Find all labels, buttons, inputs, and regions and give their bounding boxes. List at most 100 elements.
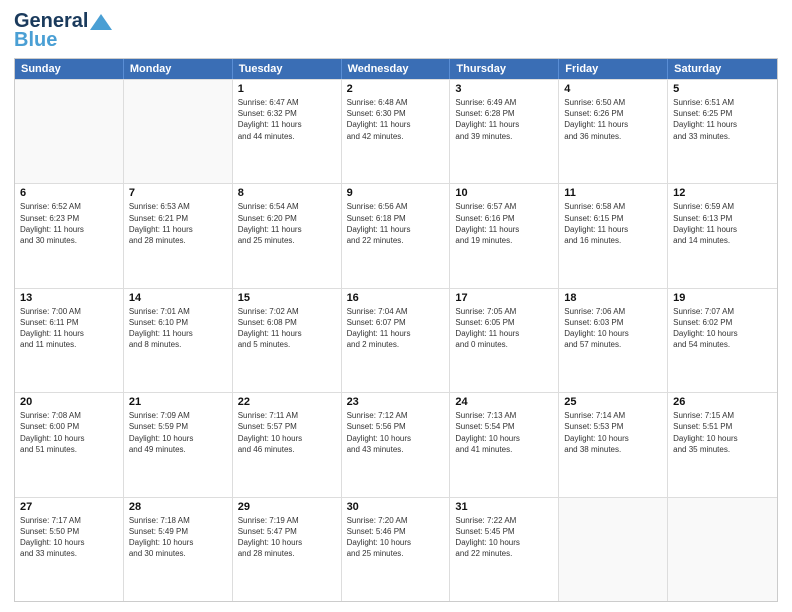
cal-cell-day-5: 5 Sunrise: 6:51 AM Sunset: 6:25 PM Daylig… — [668, 80, 777, 183]
day-number: 2 — [347, 83, 445, 95]
cal-cell-day-27: 27 Sunrise: 7:17 AM Sunset: 5:50 PM Dayli… — [15, 498, 124, 601]
day-number: 29 — [238, 501, 336, 513]
cal-week-1: 1 Sunrise: 6:47 AM Sunset: 6:32 PM Daylig… — [15, 79, 777, 183]
logo: General Blue — [14, 10, 112, 52]
cal-cell-day-17: 17Sunrise: 7:05 AM Sunset: 6:05 PM Dayli… — [450, 289, 559, 392]
day-number: 18 — [564, 292, 662, 304]
cal-cell-day-25: 25 Sunrise: 7:14 AM Sunset: 5:53 PM Dayli… — [559, 393, 668, 496]
day-info: Sunrise: 7:18 AM Sunset: 5:49 PM Dayligh… — [129, 515, 227, 560]
header: General Blue — [14, 10, 778, 52]
day-info: Sunrise: 6:56 AM Sunset: 6:18 PM Dayligh… — [347, 201, 445, 246]
day-number: 6 — [20, 187, 118, 199]
day-info: Sunrise: 7:08 AM Sunset: 6:00 PM Dayligh… — [20, 410, 118, 455]
cal-cell-day-29: 29 Sunrise: 7:19 AM Sunset: 5:47 PM Dayli… — [233, 498, 342, 601]
day-number: 14 — [129, 292, 227, 304]
day-number: 24 — [455, 396, 553, 408]
day-number: 26 — [673, 396, 772, 408]
cal-header-monday: Monday — [124, 59, 233, 79]
cal-cell-day-13: 13 Sunrise: 7:00 AM Sunset: 6:11 PM Dayli… — [15, 289, 124, 392]
day-info: Sunrise: 7:11 AM Sunset: 5:57 PM Dayligh… — [238, 410, 336, 455]
day-number: 3 — [455, 83, 553, 95]
cal-cell-day-6: 6 Sunrise: 6:52 AM Sunset: 6:23 PM Daylig… — [15, 184, 124, 287]
day-info: Sunrise: 7:05 AM Sunset: 6:05 PM Dayligh… — [455, 306, 553, 351]
day-number: 20 — [20, 396, 118, 408]
cal-header-tuesday: Tuesday — [233, 59, 342, 79]
cal-cell-day-11: 11 Sunrise: 6:58 AM Sunset: 6:15 PM Dayli… — [559, 184, 668, 287]
day-info: Sunrise: 7:15 AM Sunset: 5:51 PM Dayligh… — [673, 410, 772, 455]
day-number: 5 — [673, 83, 772, 95]
day-info: Sunrise: 6:57 AM Sunset: 6:16 PM Dayligh… — [455, 201, 553, 246]
day-info: Sunrise: 7:04 AM Sunset: 6:07 PM Dayligh… — [347, 306, 445, 351]
cal-cell-day-31: 31Sunrise: 7:22 AM Sunset: 5:45 PM Dayli… — [450, 498, 559, 601]
day-number: 7 — [129, 187, 227, 199]
day-info: Sunrise: 6:47 AM Sunset: 6:32 PM Dayligh… — [238, 97, 336, 142]
day-number: 22 — [238, 396, 336, 408]
day-info: Sunrise: 7:01 AM Sunset: 6:10 PM Dayligh… — [129, 306, 227, 351]
cal-cell-day-21: 21 Sunrise: 7:09 AM Sunset: 5:59 PM Dayli… — [124, 393, 233, 496]
day-info: Sunrise: 7:13 AM Sunset: 5:54 PM Dayligh… — [455, 410, 553, 455]
day-number: 27 — [20, 501, 118, 513]
day-info: Sunrise: 6:58 AM Sunset: 6:15 PM Dayligh… — [564, 201, 662, 246]
day-number: 12 — [673, 187, 772, 199]
cal-cell-empty — [124, 80, 233, 183]
day-number: 8 — [238, 187, 336, 199]
day-info: Sunrise: 7:06 AM Sunset: 6:03 PM Dayligh… — [564, 306, 662, 351]
day-number: 28 — [129, 501, 227, 513]
cal-cell-day-8: 8 Sunrise: 6:54 AM Sunset: 6:20 PM Daylig… — [233, 184, 342, 287]
day-info: Sunrise: 6:52 AM Sunset: 6:23 PM Dayligh… — [20, 201, 118, 246]
day-number: 21 — [129, 396, 227, 408]
cal-week-5: 27 Sunrise: 7:17 AM Sunset: 5:50 PM Dayli… — [15, 497, 777, 601]
day-number: 19 — [673, 292, 772, 304]
day-info: Sunrise: 6:51 AM Sunset: 6:25 PM Dayligh… — [673, 97, 772, 142]
day-number: 13 — [20, 292, 118, 304]
logo-text-blue: Blue — [14, 29, 57, 52]
cal-cell-day-30: 30Sunrise: 7:20 AM Sunset: 5:46 PM Dayli… — [342, 498, 451, 601]
day-number: 1 — [238, 83, 336, 95]
day-info: Sunrise: 7:19 AM Sunset: 5:47 PM Dayligh… — [238, 515, 336, 560]
cal-cell-day-24: 24 Sunrise: 7:13 AM Sunset: 5:54 PM Dayli… — [450, 393, 559, 496]
cal-cell-day-12: 12 Sunrise: 6:59 AM Sunset: 6:13 PM Dayli… — [668, 184, 777, 287]
cal-cell-day-18: 18 Sunrise: 7:06 AM Sunset: 6:03 PM Dayli… — [559, 289, 668, 392]
cal-cell-day-15: 15Sunrise: 7:02 AM Sunset: 6:08 PM Dayli… — [233, 289, 342, 392]
cal-week-4: 20 Sunrise: 7:08 AM Sunset: 6:00 PM Dayli… — [15, 392, 777, 496]
cal-week-2: 6 Sunrise: 6:52 AM Sunset: 6:23 PM Daylig… — [15, 183, 777, 287]
day-info: Sunrise: 7:22 AM Sunset: 5:45 PM Dayligh… — [455, 515, 553, 560]
cal-cell-day-9: 9Sunrise: 6:56 AM Sunset: 6:18 PM Daylig… — [342, 184, 451, 287]
cal-cell-day-7: 7 Sunrise: 6:53 AM Sunset: 6:21 PM Daylig… — [124, 184, 233, 287]
day-number: 30 — [347, 501, 445, 513]
cal-week-3: 13 Sunrise: 7:00 AM Sunset: 6:11 PM Dayli… — [15, 288, 777, 392]
cal-cell-day-14: 14 Sunrise: 7:01 AM Sunset: 6:10 PM Dayli… — [124, 289, 233, 392]
day-info: Sunrise: 7:00 AM Sunset: 6:11 PM Dayligh… — [20, 306, 118, 351]
day-info: Sunrise: 7:07 AM Sunset: 6:02 PM Dayligh… — [673, 306, 772, 351]
page: General Blue SundayMondayTuesdayWednesda… — [0, 0, 792, 612]
day-number: 16 — [347, 292, 445, 304]
logo-icon — [90, 14, 112, 30]
cal-header-thursday: Thursday — [450, 59, 559, 79]
day-info: Sunrise: 6:49 AM Sunset: 6:28 PM Dayligh… — [455, 97, 553, 142]
cal-cell-day-20: 20 Sunrise: 7:08 AM Sunset: 6:00 PM Dayli… — [15, 393, 124, 496]
day-number: 25 — [564, 396, 662, 408]
day-info: Sunrise: 6:53 AM Sunset: 6:21 PM Dayligh… — [129, 201, 227, 246]
day-info: Sunrise: 6:48 AM Sunset: 6:30 PM Dayligh… — [347, 97, 445, 142]
cal-cell-day-16: 16 Sunrise: 7:04 AM Sunset: 6:07 PM Dayli… — [342, 289, 451, 392]
cal-header-friday: Friday — [559, 59, 668, 79]
cal-cell-day-22: 22 Sunrise: 7:11 AM Sunset: 5:57 PM Dayli… — [233, 393, 342, 496]
day-info: Sunrise: 7:17 AM Sunset: 5:50 PM Dayligh… — [20, 515, 118, 560]
cal-header-sunday: Sunday — [15, 59, 124, 79]
calendar-header-row: SundayMondayTuesdayWednesdayThursdayFrid… — [15, 59, 777, 79]
day-info: Sunrise: 7:09 AM Sunset: 5:59 PM Dayligh… — [129, 410, 227, 455]
cal-cell-empty — [668, 498, 777, 601]
day-info: Sunrise: 6:59 AM Sunset: 6:13 PM Dayligh… — [673, 201, 772, 246]
cal-header-wednesday: Wednesday — [342, 59, 451, 79]
cal-cell-day-28: 28 Sunrise: 7:18 AM Sunset: 5:49 PM Dayli… — [124, 498, 233, 601]
day-number: 4 — [564, 83, 662, 95]
day-number: 11 — [564, 187, 662, 199]
day-number: 23 — [347, 396, 445, 408]
day-info: Sunrise: 7:12 AM Sunset: 5:56 PM Dayligh… — [347, 410, 445, 455]
day-info: Sunrise: 7:14 AM Sunset: 5:53 PM Dayligh… — [564, 410, 662, 455]
cal-cell-day-3: 3 Sunrise: 6:49 AM Sunset: 6:28 PM Daylig… — [450, 80, 559, 183]
day-number: 10 — [455, 187, 553, 199]
day-info: Sunrise: 6:54 AM Sunset: 6:20 PM Dayligh… — [238, 201, 336, 246]
cal-cell-empty — [15, 80, 124, 183]
cal-cell-day-19: 19 Sunrise: 7:07 AM Sunset: 6:02 PM Dayli… — [668, 289, 777, 392]
